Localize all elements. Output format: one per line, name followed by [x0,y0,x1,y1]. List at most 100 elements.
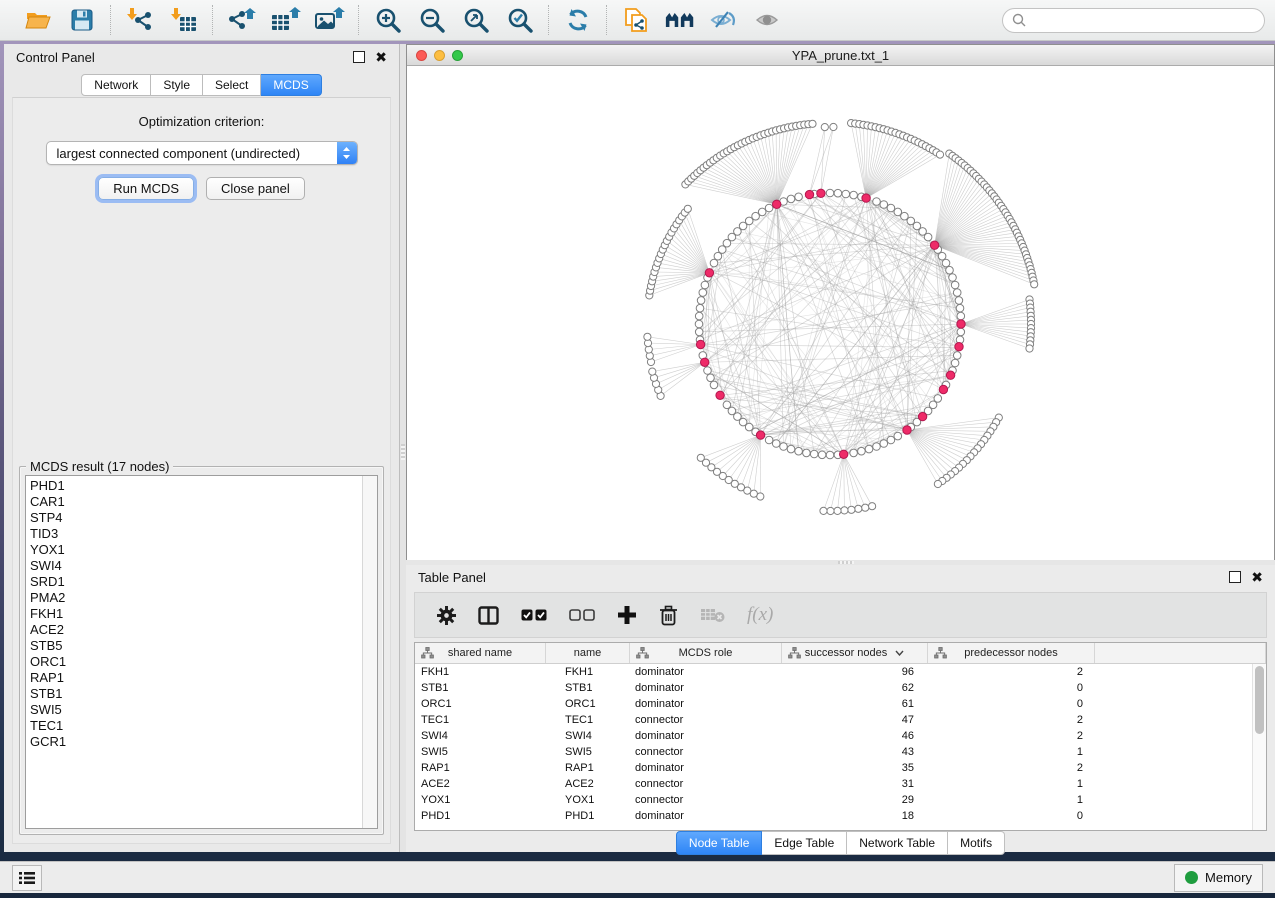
network-node[interactable] [924,233,932,241]
cell-shared-name[interactable]: PHD1 [415,808,546,824]
mcds-node[interactable] [930,241,938,249]
zoom-fit-button[interactable] [461,6,491,34]
network-node[interactable] [780,443,788,451]
network-node[interactable] [697,454,704,461]
mcds-node[interactable] [957,320,965,328]
mcds-node[interactable] [939,385,947,393]
network-node[interactable] [695,328,703,336]
network-node[interactable] [951,359,959,367]
mcds-result-item[interactable]: STB5 [30,638,362,654]
network-node[interactable] [820,507,827,514]
mcds-result-item[interactable]: TID3 [30,526,362,542]
mcds-node[interactable] [705,269,713,277]
network-node[interactable] [697,297,705,305]
function-builder-button[interactable]: f(x) [747,604,773,626]
mcds-result-item[interactable]: PMA2 [30,590,362,606]
column-header-predecessor-nodes[interactable]: predecessor nodes [928,643,1095,663]
cell-predecessor-nodes[interactable]: 1 [928,776,1095,792]
cell-predecessor-nodes[interactable]: 1 [928,792,1095,808]
cell-predecessor-nodes[interactable]: 2 [928,712,1095,728]
mcds-result-item[interactable]: YOX1 [30,542,362,558]
network-node[interactable] [1031,281,1038,288]
cell-name[interactable]: FKH1 [546,664,630,680]
tab-select[interactable]: Select [203,74,261,96]
network-node[interactable] [649,368,656,375]
network-node[interactable] [758,208,766,216]
mcds-result-item[interactable]: PHD1 [30,478,362,494]
network-node[interactable] [695,312,703,320]
network-node[interactable] [821,124,828,131]
network-node[interactable] [704,367,712,375]
cell-shared-name[interactable]: TEC1 [415,712,546,728]
network-canvas[interactable] [407,66,1274,560]
mcds-node[interactable] [955,343,963,351]
mcds-result-item[interactable]: GCR1 [30,734,362,750]
mcds-node[interactable] [946,371,954,379]
network-node[interactable] [956,304,964,312]
network-node[interactable] [723,401,731,409]
table-row[interactable]: RAP1RAP1dominator352 [415,760,1266,776]
search-input[interactable] [1032,12,1255,29]
cell-MCDS-role[interactable]: dominator [630,760,782,776]
cell-MCDS-role[interactable]: connector [630,792,782,808]
network-node[interactable] [880,440,888,448]
mcds-node[interactable] [862,194,870,202]
network-node[interactable] [787,195,795,203]
columns-button[interactable] [478,606,499,625]
network-node[interactable] [707,374,715,382]
network-node[interactable] [869,503,876,510]
zoom-in-button[interactable] [373,6,403,34]
cell-successor-nodes[interactable]: 18 [782,808,928,824]
cell-successor-nodes[interactable]: 46 [782,728,928,744]
mcds-node[interactable] [716,391,724,399]
column-header-shared-name[interactable]: shared name [415,643,546,663]
cell-predecessor-nodes[interactable]: 0 [928,808,1095,824]
cell-shared-name[interactable]: SWI5 [415,744,546,760]
network-node[interactable] [827,507,834,514]
export-image-button[interactable] [315,6,345,34]
cell-shared-name[interactable]: ORC1 [415,696,546,712]
table-row[interactable]: SWI4SWI4dominator462 [415,728,1266,744]
cell-MCDS-role[interactable]: connector [630,712,782,728]
cell-shared-name[interactable]: SWI4 [415,728,546,744]
network-node[interactable] [934,480,941,487]
network-node[interactable] [710,259,718,267]
tab-motifs[interactable]: Motifs [948,831,1005,855]
cell-shared-name[interactable]: STB1 [415,680,546,696]
criterion-dropdown[interactable]: largest connected component (undirected) [46,141,358,165]
save-button[interactable] [67,6,97,34]
network-node[interactable] [695,320,703,328]
network-node[interactable] [936,151,943,158]
table-scrollbar[interactable] [1252,664,1266,830]
network-node[interactable] [772,440,780,448]
network-node[interactable] [862,504,869,511]
cell-MCDS-role[interactable]: connector [630,744,782,760]
zoom-selected-button[interactable] [505,6,535,34]
network-node[interactable] [938,252,946,260]
network-node[interactable] [887,436,895,444]
network-node[interactable] [855,505,862,512]
network-node[interactable] [880,201,888,209]
cell-MCDS-role[interactable]: connector [630,776,782,792]
mcds-result-item[interactable]: STP4 [30,510,362,526]
cell-name[interactable]: SWI4 [546,728,630,744]
network-node[interactable] [953,289,961,297]
delete-table-button[interactable] [700,607,725,623]
cell-name[interactable]: PHD1 [546,808,630,824]
network-node[interactable] [765,204,773,212]
mcds-node[interactable] [773,200,781,208]
network-node[interactable] [826,189,834,197]
cell-name[interactable]: SWI5 [546,744,630,760]
cell-successor-nodes[interactable]: 61 [782,696,928,712]
cell-shared-name[interactable]: YOX1 [415,792,546,808]
network-node[interactable] [858,447,866,455]
export-table-button[interactable] [271,6,301,34]
add-button[interactable] [617,605,637,625]
cell-successor-nodes[interactable]: 35 [782,760,928,776]
column-header-name[interactable]: name [546,643,630,663]
network-node[interactable] [795,193,803,201]
gear-button[interactable] [437,606,456,625]
cell-MCDS-role[interactable]: dominator [630,728,782,744]
tab-edge-table[interactable]: Edge Table [762,831,847,855]
cell-shared-name[interactable]: RAP1 [415,760,546,776]
